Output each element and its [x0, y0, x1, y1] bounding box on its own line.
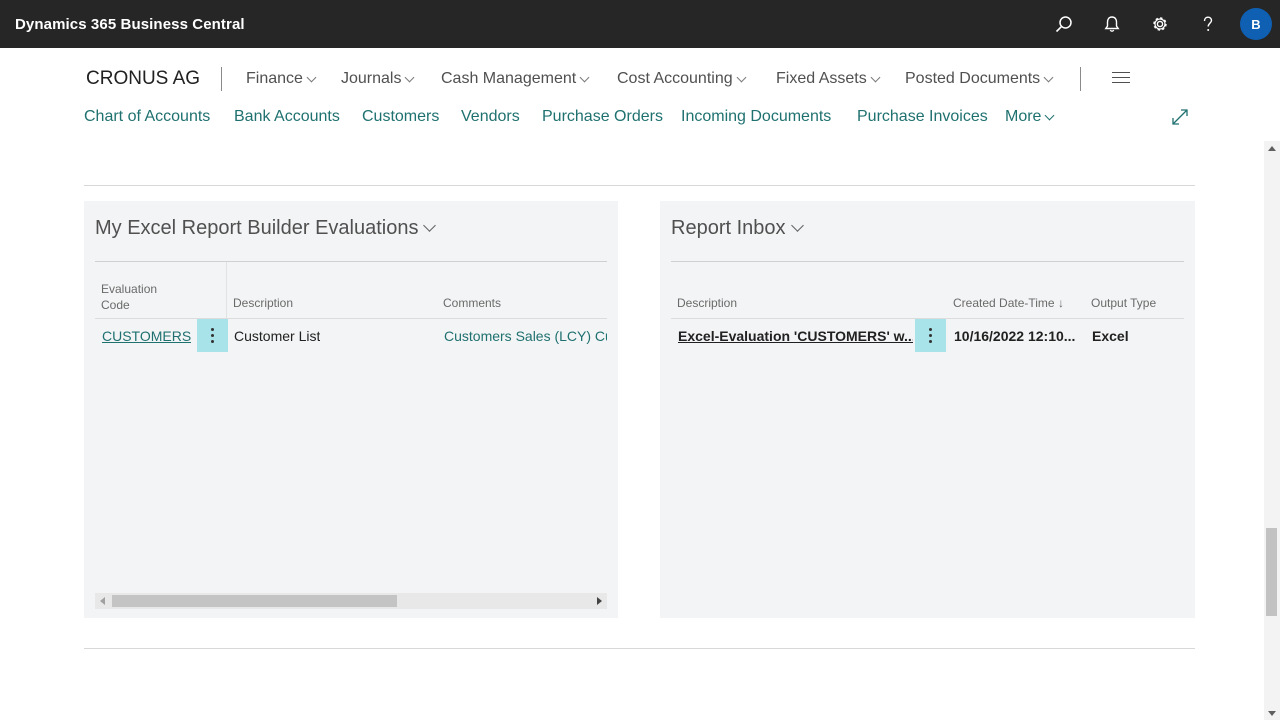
chevron-down-icon — [1045, 110, 1055, 120]
evaluations-part: My Excel Report Builder Evaluations Eval… — [84, 201, 618, 618]
link-vendors[interactable]: Vendors — [461, 108, 520, 126]
link-purchase-invoices[interactable]: Purchase Invoices — [857, 108, 988, 126]
report-created-date-time: 10/16/2022 12:10... — [954, 328, 1076, 344]
evaluations-title[interactable]: My Excel Report Builder Evaluations — [95, 217, 437, 240]
link-incoming-documents[interactable]: Incoming Documents — [681, 108, 831, 126]
horizontal-scrollbar[interactable] — [95, 593, 607, 609]
help-icon[interactable] — [1184, 0, 1232, 48]
menu-label: Finance — [246, 70, 303, 87]
menu-label: Journals — [341, 70, 402, 87]
sort-descending-icon: ↓ — [1057, 296, 1064, 310]
evaluation-comments-link[interactable]: Customers Sales (LCY) Curr — [444, 328, 607, 344]
menu-journals[interactable]: Journals — [341, 70, 415, 88]
menu-label: Posted Documents — [905, 70, 1041, 87]
part-title-label: Report Inbox — [671, 217, 786, 239]
link-chart-of-accounts[interactable]: Chart of Accounts — [84, 108, 210, 126]
scrollbar-thumb[interactable] — [1266, 528, 1277, 616]
menu-label: Cost Accounting — [617, 70, 733, 87]
gear-icon[interactable] — [1136, 0, 1184, 48]
search-icon[interactable] — [1040, 0, 1088, 48]
hamburger-menu-icon[interactable] — [1112, 72, 1130, 84]
nav-divider — [221, 67, 222, 91]
app-bar-actions: B — [1040, 0, 1280, 48]
app-title[interactable]: Dynamics 365 Business Central — [15, 16, 245, 33]
menu-fixed-assets[interactable]: Fixed Assets — [776, 70, 881, 88]
section-divider — [84, 185, 1195, 186]
evaluation-description: Customer List — [234, 328, 321, 344]
part-divider — [95, 261, 607, 262]
column-separator — [226, 262, 227, 318]
nav-divider — [1080, 67, 1081, 91]
part-divider — [671, 261, 1184, 262]
more-label: More — [1005, 108, 1042, 125]
column-header-description[interactable]: Description — [233, 295, 293, 311]
menu-cost-accounting[interactable]: Cost Accounting — [617, 70, 747, 88]
scroll-left-icon[interactable] — [100, 597, 105, 605]
menu-label: Cash Management — [441, 70, 577, 87]
chevron-down-icon — [790, 219, 804, 232]
link-more[interactable]: More — [1005, 108, 1055, 126]
chevron-down-icon — [579, 72, 590, 82]
section-divider — [84, 648, 1195, 649]
chevron-down-icon — [423, 219, 437, 232]
report-output-type: Excel — [1092, 328, 1129, 344]
column-header-line: Code — [101, 298, 130, 312]
chevron-down-icon — [1043, 72, 1054, 82]
chevron-down-icon — [870, 72, 881, 82]
menu-label: Fixed Assets — [776, 70, 867, 87]
chevron-down-icon — [405, 72, 415, 82]
column-header-description[interactable]: Description — [677, 295, 737, 311]
menu-cash-management[interactable]: Cash Management — [441, 70, 590, 88]
link-customers[interactable]: Customers — [362, 108, 439, 126]
action-links: Chart of Accounts Bank Accounts Customer… — [0, 105, 1280, 131]
grid-divider — [95, 318, 607, 319]
report-inbox-part: Report Inbox Description Created Date-Ti… — [660, 201, 1195, 618]
column-header-output-type[interactable]: Output Type — [1091, 295, 1156, 311]
column-header-label: Created Date-Time — [953, 296, 1055, 310]
scroll-up-icon[interactable] — [1268, 146, 1276, 151]
scrollbar-thumb[interactable] — [112, 595, 397, 607]
part-title-label: My Excel Report Builder Evaluations — [95, 217, 419, 239]
menu-posted-documents[interactable]: Posted Documents — [905, 70, 1054, 88]
column-header-created-date-time[interactable]: Created Date-Time ↓ — [953, 295, 1064, 311]
row-actions-icon[interactable] — [197, 319, 228, 352]
link-bank-accounts[interactable]: Bank Accounts — [234, 108, 340, 126]
menu-finance[interactable]: Finance — [246, 70, 317, 88]
link-purchase-orders[interactable]: Purchase Orders — [542, 108, 663, 126]
chevron-down-icon — [306, 72, 317, 82]
company-name[interactable]: CRONUS AG — [86, 68, 200, 90]
evaluation-code-link[interactable]: CUSTOMERS — [102, 328, 191, 344]
report-description-link[interactable]: Excel-Evaluation 'CUSTOMERS' w... — [678, 328, 913, 344]
page-vertical-scrollbar[interactable] — [1264, 141, 1280, 720]
column-header-line: Evaluation — [101, 282, 158, 296]
scroll-down-icon[interactable] — [1268, 711, 1276, 716]
bell-icon[interactable] — [1088, 0, 1136, 48]
chevron-down-icon — [736, 72, 747, 82]
expand-icon[interactable] — [1171, 108, 1189, 126]
app-bar: Dynamics 365 Business Central B — [0, 0, 1280, 48]
column-header-comments[interactable]: Comments — [443, 295, 501, 311]
role-center-nav: CRONUS AG Finance Journals Cash Manageme… — [0, 48, 1280, 110]
row-actions-icon[interactable] — [915, 319, 946, 352]
avatar[interactable]: B — [1240, 8, 1272, 40]
column-header-evaluation-code[interactable]: Evaluation Code — [101, 281, 157, 313]
report-inbox-title[interactable]: Report Inbox — [671, 217, 804, 240]
scroll-right-icon[interactable] — [597, 597, 602, 605]
